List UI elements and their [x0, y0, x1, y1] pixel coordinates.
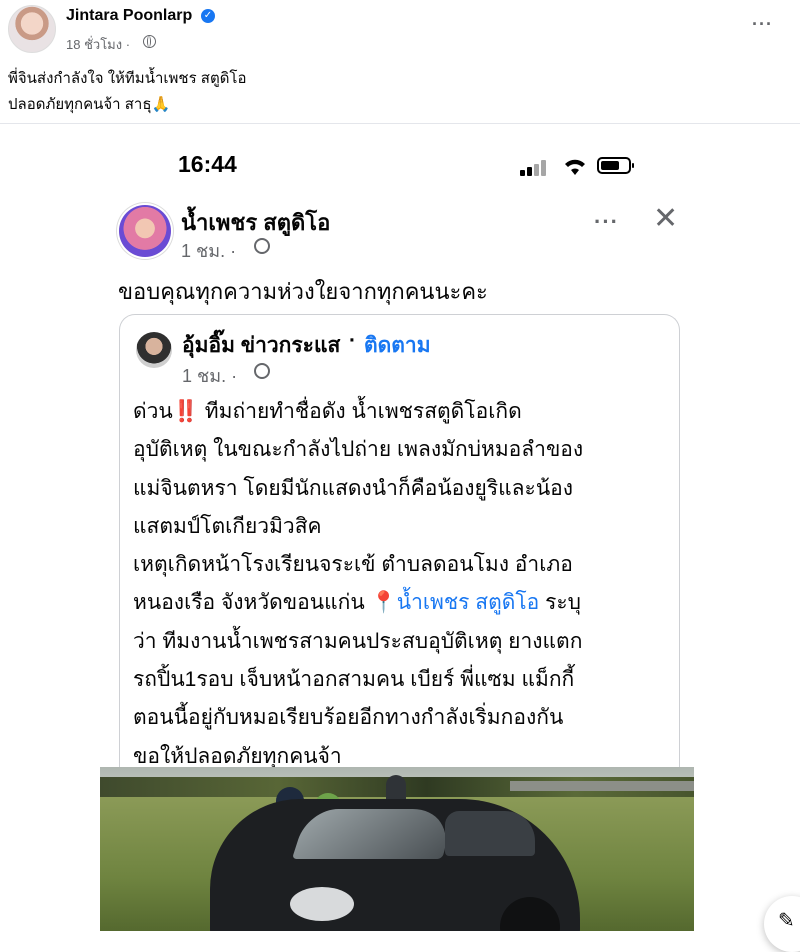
body-line: รถปิ้น1รอบ เจ็บหน้าอกสามคน เบียร์ พี่แซม…: [133, 668, 575, 692]
body-line: เหตุเกิดหน้าโรงเรียนจระเข้ ตำบลดอนโมง อำ…: [133, 553, 573, 577]
shared-post-card: อุ้มอิ๊ม ข่าวกระแส · ติดตาม 1 ชม. · ด่วน…: [119, 314, 680, 785]
body-text: หนองเรือ จังหวัดขอนแก่น: [133, 591, 371, 615]
post-text: พี่จินส่งกำลังใจ ให้ทีมน้ำเพชร สตูดิโอ ป…: [8, 66, 247, 118]
close-icon: ✕: [653, 202, 679, 235]
body-text: ทีมถ่ายทำชื่อดัง น้ำเพชรสตูดิโอเกิด: [198, 400, 522, 423]
body-line: ตอนนี้อยู่กับหมอเรียบร้อยอีกทางกำลังเริ่…: [133, 706, 564, 730]
shared-timestamp: 1 ชม. ·: [182, 366, 238, 386]
shared-author-avatar: [136, 332, 172, 368]
body-line: อุบัติเหตุ ในขณะกำลังไปถ่าย เพลงมักบ่หมอ…: [133, 438, 584, 462]
battery-icon: [597, 157, 634, 174]
double-exclamation-icon: ‼️: [172, 400, 199, 423]
shared-author-name: อุ้มอิ๊ม ข่าวกระแส: [182, 334, 341, 357]
status-bar-time: 16:44: [178, 151, 237, 177]
cellular-signal-icon: [520, 160, 552, 176]
body-text: ด่วน: [133, 400, 173, 423]
attached-screenshot-image[interactable]: 16:44 น้ำเพชร สตูดิโอ 1 ชม. · ··· ✕ ขอบค…: [100, 124, 700, 931]
page-post-text: ขอบคุณทุกความห่วงใยจากทุกคนนะคะ: [118, 279, 488, 304]
compose-button[interactable]: ✎: [764, 896, 800, 952]
body-line: หนองเรือ จังหวัดขอนแก่น 📍น้ำเพชร สตูดิโอ…: [133, 584, 678, 622]
body-line: ด่วน‼️ ทีมถ่ายทำชื่อดัง น้ำเพชรสตูดิโอเก…: [133, 393, 678, 431]
accident-photo: [100, 767, 694, 931]
author-avatar[interactable]: [8, 5, 56, 53]
page-avatar: [119, 205, 171, 257]
map-pin-icon: 📍: [370, 591, 397, 615]
body-text: ระบุ: [539, 591, 581, 615]
page-name: น้ำเพชร สตูดิโอ: [181, 210, 331, 235]
wifi-icon: [565, 159, 585, 175]
body-line: แสตมป์โตเกียวมิวสิค: [133, 514, 322, 538]
shared-post-body: ด่วน‼️ ทีมถ่ายทำชื่อดัง น้ำเพชรสตูดิโอเก…: [133, 393, 678, 776]
more-options-icon[interactable]: ···: [752, 14, 773, 35]
page-mention-link: น้ำเพชร สตูดิโอ: [396, 591, 540, 615]
post-text-line: พี่จินส่งกำลังใจ ให้ทีมน้ำเพชร สตูดิโอ: [8, 70, 247, 87]
verified-badge-icon: ✓: [201, 9, 215, 23]
body-line: ว่า ทีมงานน้ำเพชรสามคนประสบอุบัติเหตุ ยา…: [133, 629, 583, 653]
post-text-line: ปลอดภัยทุกคนจ้า สาธุ🙏: [8, 96, 171, 113]
globe-icon: [254, 363, 270, 379]
post-header: Jintara Poonlarp ✓ 18 ชั่วโมง · ···: [0, 0, 800, 60]
globe-icon: [143, 35, 156, 48]
edit-icon: ✎: [778, 910, 795, 932]
author-name[interactable]: Jintara Poonlarp: [66, 7, 192, 25]
more-options-icon: ···: [594, 209, 619, 234]
page-timestamp: 1 ชม. ·: [181, 241, 237, 261]
body-line: แม่จินตหรา โดยมีนักแสดงนำก็คือน้องยูริแล…: [133, 476, 574, 500]
post-timestamp[interactable]: 18 ชั่วโมง ·: [66, 34, 130, 55]
follow-link: ติดตาม: [364, 334, 431, 357]
separator-dot: ·: [349, 329, 356, 352]
globe-icon: [254, 238, 270, 254]
